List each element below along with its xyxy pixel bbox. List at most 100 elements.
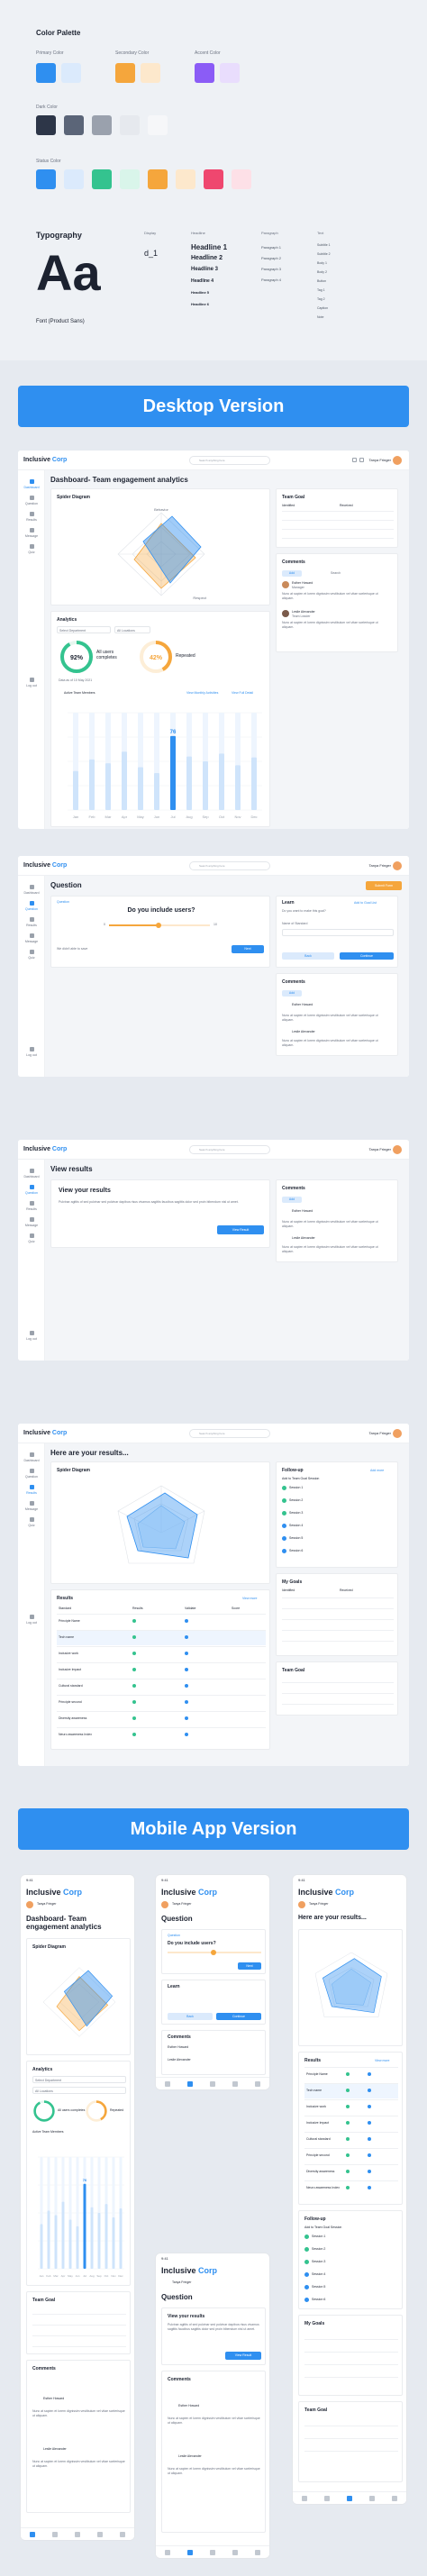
user-name[interactable]: Tanya Fringer — [369, 1431, 391, 1435]
monthly-link[interactable]: View Monthly Activities — [186, 691, 218, 695]
nav-dashboard[interactable]: Dashboard — [18, 479, 45, 489]
avatar[interactable] — [298, 1901, 305, 1908]
user-name[interactable]: Tanya Fringer — [369, 458, 391, 462]
avatar[interactable] — [393, 861, 402, 870]
nav-quiz[interactable]: Quiz — [18, 1233, 45, 1243]
nav-quiz[interactable]: Quiz — [18, 950, 45, 960]
add-comment-button[interactable]: Add — [282, 1197, 302, 1203]
nav-question[interactable]: Question — [18, 1185, 45, 1195]
logo[interactable]: Inclusive Corp — [23, 862, 67, 869]
quiz-icon[interactable] — [120, 2532, 125, 2537]
logo[interactable]: Inclusive Corp — [23, 1146, 67, 1152]
bar[interactable] — [219, 753, 224, 810]
session-label[interactable]: Session 4 — [289, 1524, 303, 1527]
department-select[interactable]: Select Department — [32, 2076, 126, 2083]
quiz-icon[interactable] — [255, 2081, 260, 2087]
nav-dashboard[interactable]: Dashboard — [18, 1169, 45, 1179]
bar[interactable] — [73, 770, 78, 810]
results-more-link[interactable]: View more — [375, 2059, 389, 2062]
nav-question[interactable]: Question — [18, 1469, 45, 1479]
session-label[interactable]: Session 6 — [312, 2298, 325, 2301]
search-input[interactable]: Search anything here — [189, 456, 270, 465]
validate-icon[interactable] — [185, 1652, 188, 1655]
nav-logout[interactable]: Log out — [18, 1615, 45, 1625]
nav-dashboard[interactable]: Dashboard — [18, 885, 45, 895]
followup-add-link[interactable]: Add more — [370, 1469, 384, 1472]
session-label[interactable]: Session 5 — [312, 2285, 325, 2289]
validate-icon[interactable] — [185, 1668, 188, 1671]
session-label[interactable]: Session 3 — [312, 2260, 325, 2263]
bar[interactable] — [122, 751, 127, 810]
bar[interactable] — [76, 2226, 79, 2269]
continue-button[interactable]: Continue — [216, 2013, 261, 2020]
bar[interactable] — [61, 2201, 65, 2269]
question-icon[interactable] — [52, 2532, 58, 2537]
view-result-button[interactable]: View Result — [217, 1225, 264, 1234]
user-name[interactable]: Tanya Fringer — [172, 1902, 191, 1906]
quiz-icon[interactable] — [392, 2496, 397, 2501]
add-comment-button[interactable]: Add — [282, 990, 302, 997]
bar[interactable] — [83, 2183, 86, 2269]
nav-results[interactable]: Results — [18, 917, 45, 927]
results-icon[interactable] — [347, 2496, 352, 2501]
quiz-icon[interactable] — [255, 2550, 260, 2555]
slider-handle[interactable] — [211, 1950, 216, 1955]
validate-icon[interactable] — [185, 1700, 188, 1704]
nav-logout[interactable]: Log out — [18, 1047, 45, 1057]
logo[interactable]: Inclusive Corp — [161, 2266, 217, 2275]
back-button[interactable]: Back — [282, 952, 334, 960]
message-icon[interactable] — [369, 2496, 375, 2501]
logo[interactable]: Inclusive Corp — [26, 1888, 82, 1897]
message-icon[interactable] — [232, 2550, 238, 2555]
add-goal-link[interactable]: Add to Goal List — [354, 901, 377, 905]
home-icon[interactable] — [30, 2532, 35, 2537]
standard-input[interactable] — [282, 929, 394, 936]
validate-icon[interactable] — [368, 2089, 371, 2092]
bar[interactable] — [68, 2219, 72, 2269]
bar[interactable] — [97, 2213, 101, 2269]
session-label[interactable]: Session 2 — [289, 1498, 303, 1502]
logo[interactable]: Inclusive Corp — [298, 1888, 354, 1897]
bar[interactable] — [40, 2224, 43, 2269]
nav-logout[interactable]: Log out — [18, 678, 45, 687]
results-icon[interactable] — [210, 2550, 215, 2555]
nav-message[interactable]: Message — [18, 1501, 45, 1511]
bar[interactable] — [154, 772, 159, 810]
user-name[interactable]: Tanya Fringer — [172, 2280, 191, 2284]
avatar[interactable] — [161, 1901, 168, 1908]
session-label[interactable]: Session 2 — [312, 2247, 325, 2251]
validate-icon[interactable] — [368, 2137, 371, 2141]
comment-search[interactable]: Search — [331, 571, 341, 575]
search-input[interactable]: Search anything here — [189, 1429, 270, 1438]
nav-question[interactable]: Question — [18, 901, 45, 911]
continue-button[interactable]: Continue — [340, 952, 394, 960]
next-button[interactable]: Next — [232, 945, 264, 953]
question-icon[interactable] — [324, 2496, 330, 2501]
nav-dashboard[interactable]: Dashboard — [18, 1452, 45, 1462]
session-label[interactable]: Session 4 — [312, 2272, 325, 2276]
results-icon[interactable] — [210, 2081, 215, 2087]
user-name[interactable]: Tanya Fringer — [369, 863, 391, 868]
session-label[interactable]: Session 5 — [289, 1536, 303, 1540]
nav-results[interactable]: Results — [18, 1201, 45, 1211]
session-label[interactable]: Session 1 — [312, 2235, 325, 2238]
add-comment-button[interactable]: Add — [282, 570, 302, 577]
nav-question[interactable]: Question — [18, 496, 45, 505]
bar[interactable] — [235, 765, 241, 810]
home-icon[interactable] — [165, 2550, 170, 2555]
bar[interactable] — [90, 2207, 94, 2269]
bar[interactable] — [112, 2216, 115, 2269]
session-label[interactable]: Session 3 — [289, 1511, 303, 1515]
nav-results[interactable]: Results — [18, 1485, 45, 1495]
avatar[interactable] — [26, 1901, 33, 1908]
back-button[interactable]: Back — [168, 2013, 213, 2020]
home-icon[interactable] — [165, 2081, 170, 2087]
logo[interactable]: Inclusive Corp — [23, 457, 67, 463]
bar[interactable] — [54, 2215, 58, 2269]
logo[interactable]: Inclusive Corp — [23, 1430, 67, 1436]
slider-handle[interactable] — [156, 923, 161, 928]
bar[interactable] — [104, 2204, 108, 2269]
bar[interactable] — [105, 763, 111, 810]
nav-message[interactable]: Message — [18, 933, 45, 943]
detail-link[interactable]: View Full Detail — [232, 691, 253, 695]
